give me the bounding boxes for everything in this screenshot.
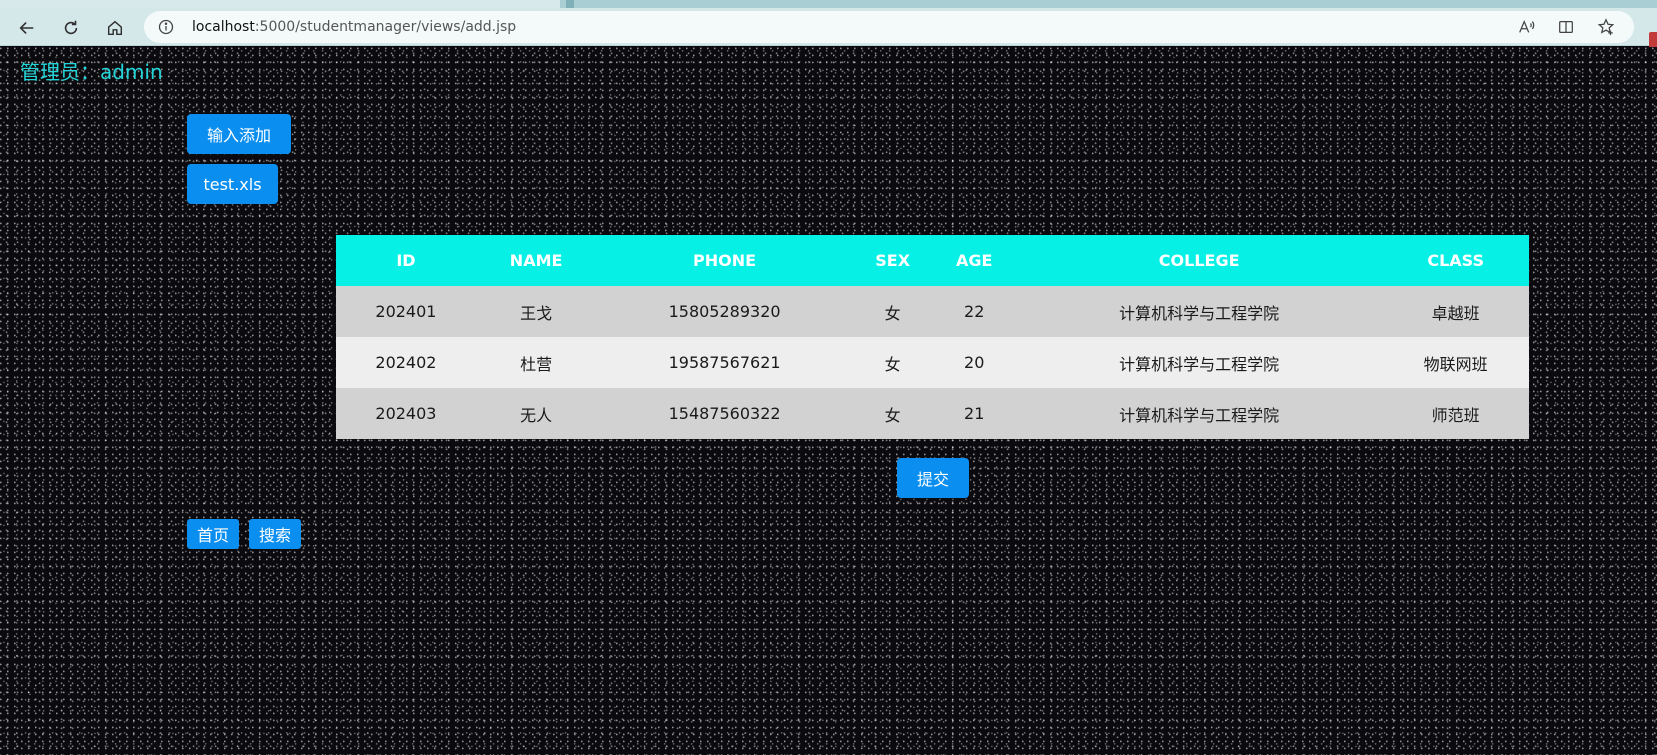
input-add-button[interactable]: 输入添加 — [187, 114, 291, 154]
info-icon[interactable] — [158, 19, 174, 35]
browser-toolbar: localhost:5000/studentmanager/views/add.… — [0, 8, 1657, 48]
column-header-name: NAME — [475, 235, 597, 286]
column-header-college: COLLEGE — [1015, 235, 1383, 286]
submit-button[interactable]: 提交 — [897, 458, 969, 498]
url-text[interactable]: localhost:5000/studentmanager/views/add.… — [192, 19, 516, 35]
browser-tab-edge[interactable] — [566, 0, 574, 8]
url-path: :5000/studentmanager/views/add.jsp — [254, 19, 517, 35]
cell-phone: 15805289320 — [596, 286, 853, 337]
admin-label: 管理员：admin — [20, 60, 163, 84]
home-button[interactable]: 首页 — [187, 519, 239, 549]
cell-college: 计算机科学与工程学院 — [1015, 286, 1383, 337]
cell-name: 杜营 — [475, 337, 597, 388]
cell-age: 21 — [932, 388, 1016, 439]
sidebar-indicator — [1649, 32, 1657, 48]
browser-tab-active[interactable] — [0, 0, 560, 8]
search-button[interactable]: 搜索 — [249, 519, 301, 549]
cell-phone: 19587567621 — [596, 337, 853, 388]
cell-phone: 15487560322 — [596, 388, 853, 439]
cell-name: 王戈 — [475, 286, 597, 337]
cell-age: 22 — [932, 286, 1016, 337]
cell-sex: 女 — [852, 337, 933, 388]
cell-name: 无人 — [475, 388, 597, 439]
column-header-class: CLASS — [1382, 235, 1529, 286]
cell-class: 卓越班 — [1382, 286, 1529, 337]
table-row: 202403 无人 15487560322 女 21 计算机科学与工程学院 师范… — [336, 388, 1529, 439]
browser-tabstrip — [0, 0, 1657, 8]
cell-id: 202401 — [336, 286, 476, 337]
cell-class: 师范班 — [1382, 388, 1529, 439]
url-host: localhost — [192, 19, 255, 35]
cell-college: 计算机科学与工程学院 — [1015, 337, 1383, 388]
cell-id: 202403 — [336, 388, 476, 439]
column-header-id: ID — [336, 235, 476, 286]
address-bar[interactable]: localhost:5000/studentmanager/views/add.… — [144, 11, 1634, 43]
favorite-add-icon[interactable] — [1596, 17, 1616, 37]
cell-age: 20 — [932, 337, 1016, 388]
cell-id: 202402 — [336, 337, 476, 388]
cell-sex: 女 — [852, 286, 933, 337]
student-table: ID NAME PHONE SEX AGE COLLEGE CLASS 2024… — [336, 235, 1529, 439]
refresh-icon[interactable] — [58, 15, 84, 41]
column-header-age: AGE — [932, 235, 1016, 286]
file-upload-button[interactable]: test.xls — [187, 164, 278, 204]
column-header-phone: PHONE — [596, 235, 853, 286]
cell-college: 计算机科学与工程学院 — [1015, 388, 1383, 439]
split-screen-icon[interactable] — [1556, 17, 1576, 37]
table-row: 202402 杜营 19587567621 女 20 计算机科学与工程学院 物联… — [336, 337, 1529, 388]
read-aloud-icon[interactable] — [1516, 17, 1536, 37]
table-header-row: ID NAME PHONE SEX AGE COLLEGE CLASS — [336, 235, 1529, 286]
home-icon[interactable] — [102, 15, 128, 41]
column-header-sex: SEX — [852, 235, 933, 286]
cell-class: 物联网班 — [1382, 337, 1529, 388]
back-icon[interactable] — [14, 15, 40, 41]
cell-sex: 女 — [852, 388, 933, 439]
page-content: 管理员：admin 输入添加 test.xls ID NAME PHONE SE… — [0, 47, 1657, 755]
table-row: 202401 王戈 15805289320 女 22 计算机科学与工程学院 卓越… — [336, 286, 1529, 337]
